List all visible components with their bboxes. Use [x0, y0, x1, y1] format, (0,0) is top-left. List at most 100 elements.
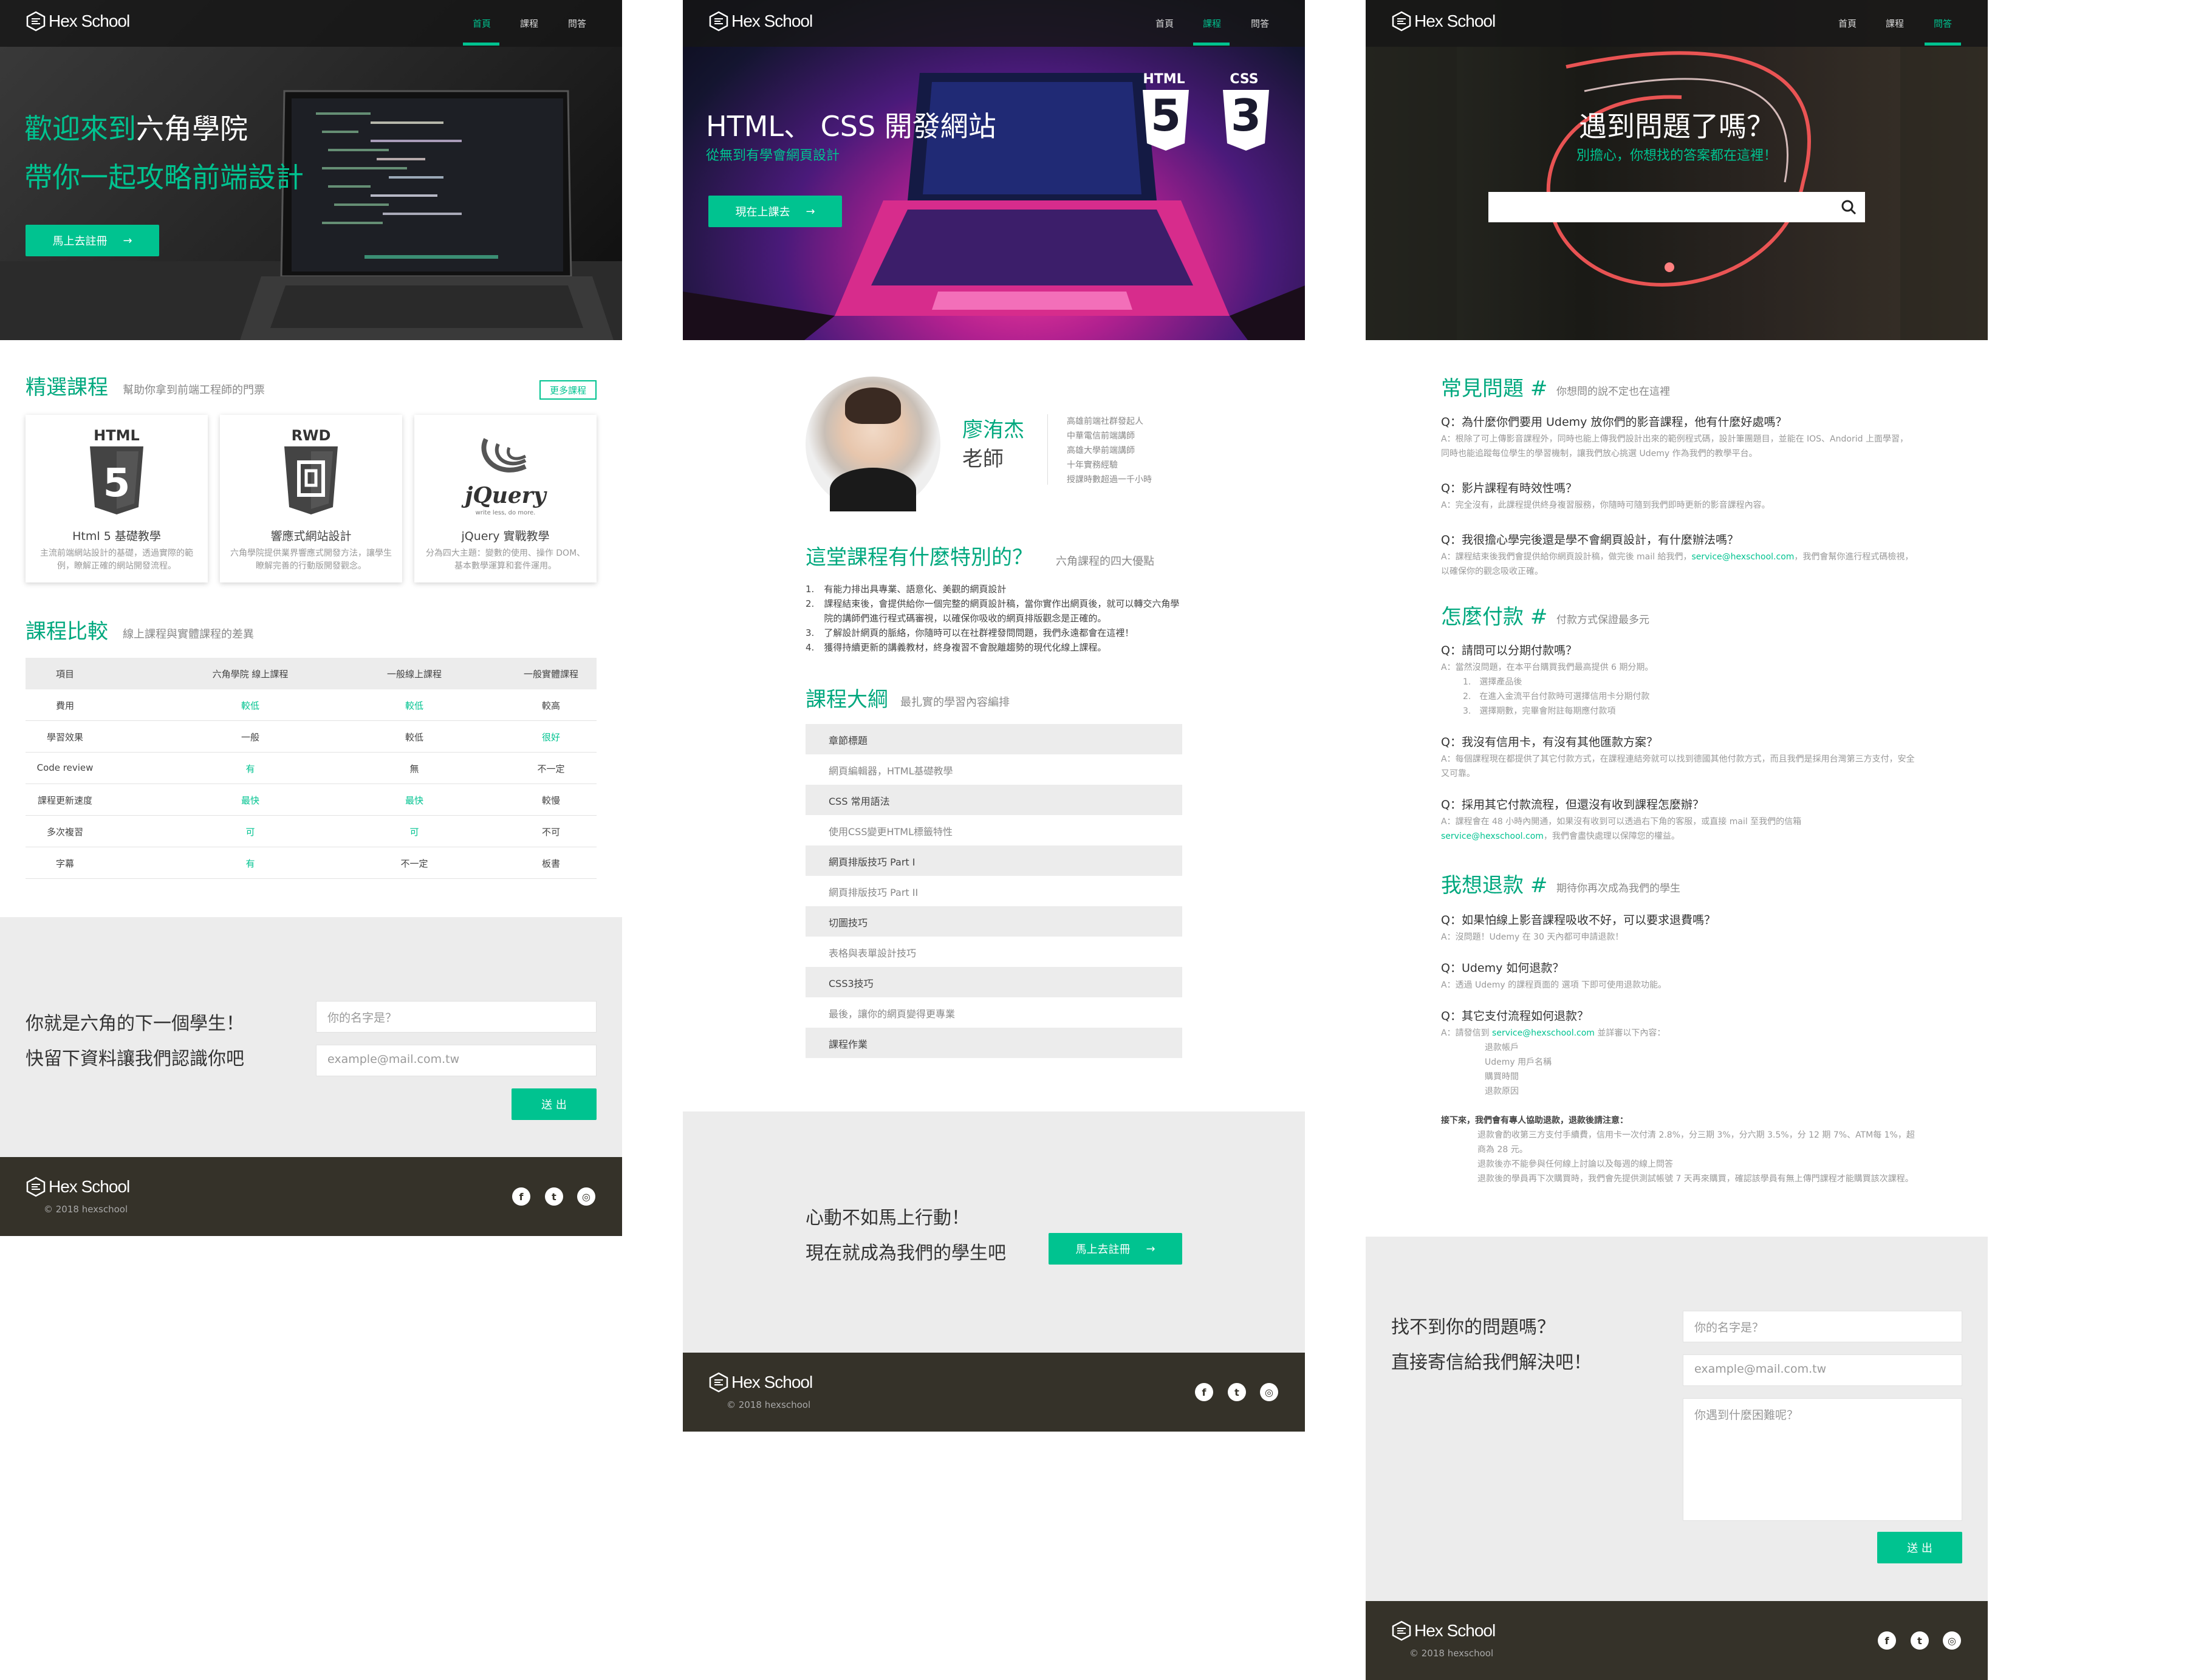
table-cell: 多次複習 — [46, 827, 83, 838]
register-button[interactable]: 馬上去註冊 → — [26, 225, 159, 256]
nav-home[interactable]: 首頁 — [1838, 17, 1857, 30]
question: Q：如果怕線上影音課程吸收不好，可以要求退費嗎？ — [1441, 913, 1716, 927]
hash-icon: # — [1530, 873, 1548, 898]
name-input[interactable]: 你的名字是？ — [316, 1001, 597, 1033]
name-input[interactable]: 你的名字是？ — [1683, 1311, 1962, 1342]
submit-button[interactable]: 送 出 — [1877, 1532, 1962, 1563]
teacher-title: 老師 — [962, 447, 1004, 471]
list-item: 1. 有能力排出具專業、語意化、美觀的網頁設計 — [806, 584, 1007, 595]
email-link[interactable]: service@hexschool.com — [1441, 831, 1544, 841]
register-label: 馬上去註冊 — [1075, 1243, 1131, 1256]
home-hero: 歡迎來到六角學院 帶你一起攻略前端設計 馬上去註冊 → — [0, 0, 622, 340]
teacher-fact: 高雄大學前端講師 — [1067, 446, 1135, 456]
compare-subtitle: 線上課程與實體課程的差異 — [123, 628, 254, 641]
brand-logo[interactable]: Hex School — [26, 11, 130, 32]
search-icon[interactable] — [1841, 199, 1857, 215]
course-title: Html 5 基礎教學 — [72, 530, 161, 543]
course-card-rwd[interactable]: RWD 響應式網站設計 六角學院提供業界響應式開發方法，讓學生瞭解完善的行動版開… — [220, 415, 402, 582]
jquery-tagline: write less, do more. — [475, 510, 536, 516]
nav-courses[interactable]: 課程 — [520, 17, 538, 30]
question: Q：採用其它付款流程，但還沒有收到課程怎麼辦？ — [1441, 798, 1704, 811]
instagram-icon[interactable]: ◎ — [1943, 1631, 1961, 1650]
table-cell: 課程更新速度 — [37, 795, 92, 806]
cta-line2: 現在就成為我們的學生吧 — [806, 1243, 1006, 1264]
signup-line2: 快留下資料讓我們認識你吧 — [26, 1048, 244, 1070]
course-card-html5[interactable]: HTML 5 Html 5 基礎教學 主流前端網站設計的基礎，透過實際的範例，瞭… — [26, 415, 208, 582]
footer: Hex School © 2018 hexschool f t ◎ — [683, 1353, 1305, 1432]
facebook-icon[interactable]: f — [1195, 1383, 1213, 1401]
brand-name: Hex School — [49, 12, 130, 30]
email-input[interactable]: example@mail.com.tw — [316, 1045, 597, 1076]
nav-faq[interactable]: 問答 — [1934, 17, 1952, 30]
hex-logo-icon — [26, 1176, 46, 1197]
table-cell: 不一定 — [400, 858, 428, 869]
footer-brand[interactable]: Hex School — [1391, 1620, 1496, 1641]
copyright: © 2018 hexschool — [44, 1204, 128, 1215]
signup-section: 你就是六角的下一個學生！ 快留下資料讓我們認識你吧 你的名字是？ example… — [0, 917, 622, 1157]
search-input[interactable] — [1488, 192, 1865, 222]
message-textarea[interactable]: 你遇到什麼困難呢？ — [1683, 1398, 1962, 1521]
course-title: 響應式網站設計 — [270, 530, 352, 543]
list-item: 退款帳戶 — [1485, 1043, 1519, 1053]
brand-logo[interactable]: Hex School — [1391, 11, 1496, 32]
twitter-icon[interactable]: t — [1911, 1631, 1929, 1650]
footer-brand[interactable]: Hex School — [708, 1372, 813, 1393]
question: Q：其它支付流程如何退款？ — [1441, 1009, 1589, 1023]
cta-section: 心動不如馬上行動！ 現在就成為我們的學生吧 馬上去註冊 → — [683, 1111, 1305, 1353]
course-desc: 主流前端網站設計的基礎，透過實際的範例，瞭解正確的網站開發流程。 — [40, 548, 193, 571]
instagram-icon[interactable]: ◎ — [1260, 1383, 1278, 1401]
nav-active-indicator — [1925, 43, 1961, 46]
email-link[interactable]: service@hexschool.com — [1492, 1028, 1595, 1038]
twitter-icon[interactable]: t — [1228, 1383, 1246, 1401]
course-card-jquery[interactable]: jQuery write less, do more. jQuery 實戰教學 … — [414, 415, 597, 582]
faq-payment-title: 怎麼付款 # — [1441, 605, 1548, 629]
outline-item: 網頁排版技巧 Part II — [829, 887, 919, 898]
hex-logo-icon — [26, 11, 46, 32]
question: Q：影片課程有時效性嗎？ — [1441, 482, 1577, 495]
start-course-button[interactable]: 現在上課去 → — [708, 196, 842, 227]
brand-logo[interactable]: Hex School — [708, 11, 813, 32]
list-item: 3. 了解設計網頁的脈絡，你隨時可以在社群裡發問問題，我們永遠都會在這裡！ — [806, 627, 1134, 638]
list-item: 2. 課程結束後，會提供給你一個完整的網頁設計稿，當你實作出網頁後，就可以轉交六角… — [806, 598, 1180, 624]
register-button[interactable]: 馬上去註冊 → — [1049, 1233, 1182, 1265]
nav-home[interactable]: 首頁 — [473, 17, 491, 30]
table-header-cell: 一般線上課程 — [386, 669, 442, 680]
navbar: Hex School 首頁 課程 問答 — [1366, 0, 1988, 47]
payment-steps: 1. 選擇產品後 2. 在進入金流平台付款時可選擇信用卡分期付款 3. 選擇期數… — [1441, 675, 1915, 719]
teacher-name: 廖洧杰 — [962, 418, 1024, 442]
twitter-icon[interactable]: t — [545, 1187, 563, 1206]
faq-common-title: 常見問題 # — [1441, 377, 1548, 401]
email-link[interactable]: service@hexschool.com — [1691, 552, 1794, 562]
teacher-divider — [1047, 414, 1048, 485]
signup-line1: 你就是六角的下一個學生！ — [26, 1013, 244, 1034]
table-cell: 可 — [409, 827, 419, 838]
table-header-cell: 一般實體課程 — [523, 669, 578, 680]
table-header-cell: 項目 — [55, 669, 74, 680]
copyright: © 2018 hexschool — [727, 1399, 811, 1410]
nav-faq[interactable]: 問答 — [1251, 17, 1269, 30]
table-cell: 板書 — [541, 858, 560, 869]
refund-notice-head: 接下來，我們會有專人協助退款，退款後請注意： — [1441, 1116, 1628, 1125]
nav-faq[interactable]: 問答 — [568, 17, 586, 30]
list-item: 購買時間 — [1485, 1072, 1519, 1082]
submit-button[interactable]: 送 出 — [512, 1088, 597, 1120]
nav-home[interactable]: 首頁 — [1155, 17, 1174, 30]
nav-courses[interactable]: 課程 — [1203, 17, 1221, 30]
brand-name: Hex School — [731, 1373, 813, 1391]
home-hero-heading: 歡迎來到六角學院 帶你一起攻略前端設計 — [24, 104, 304, 202]
teacher-fact: 十年實務經驗 — [1067, 460, 1118, 470]
css3-number: 3 — [1230, 90, 1262, 141]
question: Q：請問可以分期付款嗎？ — [1441, 644, 1577, 657]
more-courses-button[interactable]: 更多課程 — [539, 380, 597, 400]
jquery-swirl-icon — [481, 438, 527, 473]
nav-courses[interactable]: 課程 — [1886, 17, 1904, 30]
facebook-icon[interactable]: f — [1878, 1631, 1896, 1650]
instagram-icon[interactable]: ◎ — [577, 1187, 595, 1206]
facebook-icon[interactable]: f — [512, 1187, 530, 1206]
table-cell: 有 — [245, 763, 255, 774]
table-cell: 字幕 — [55, 858, 74, 869]
outline-item: CSS3技巧 — [806, 967, 1182, 997]
answer: A：當然沒問題，在本平台購買我們最高提供 6 期分期。 — [1441, 663, 1654, 672]
footer-brand[interactable]: Hex School — [26, 1176, 130, 1197]
email-input[interactable]: example@mail.com.tw — [1683, 1354, 1962, 1386]
